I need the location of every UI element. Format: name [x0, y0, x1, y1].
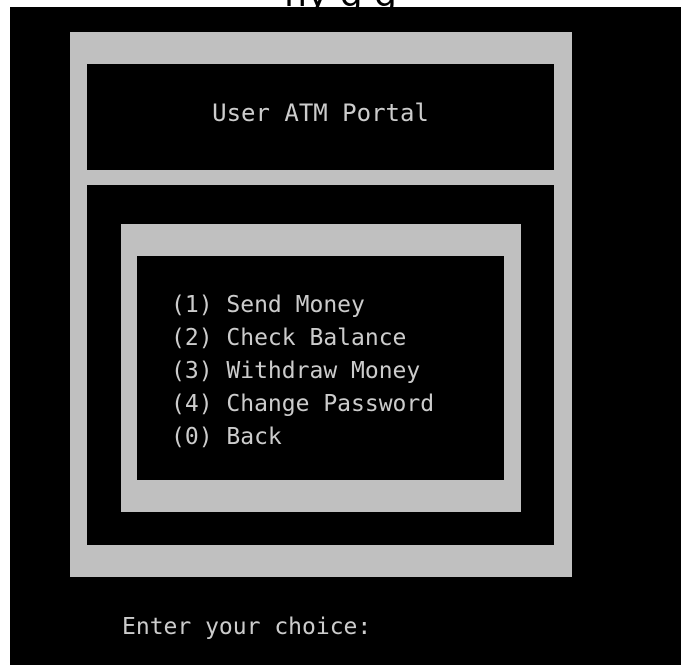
menu-item-check-balance[interactable]: (2) Check Balance — [171, 322, 434, 355]
menu-list: (1) Send Money (2) Check Balance (3) Wit… — [171, 289, 434, 454]
menu-item-change-password[interactable]: (4) Change Password — [171, 388, 434, 421]
terminal-window[interactable]: User ATM Portal (1) Send Money (2) Check… — [10, 7, 681, 665]
portal-header: User ATM Portal — [87, 64, 554, 170]
menu-item-send-money[interactable]: (1) Send Money — [171, 289, 434, 322]
menu-item-back[interactable]: (0) Back — [171, 421, 434, 454]
choice-prompt[interactable]: Enter your choice: — [122, 614, 379, 640]
menu-box: (1) Send Money (2) Check Balance (3) Wit… — [137, 256, 504, 480]
portal-title: User ATM Portal — [212, 99, 429, 127]
input-cursor[interactable] — [377, 618, 379, 638]
menu-item-withdraw-money[interactable]: (3) Withdraw Money — [171, 355, 434, 388]
choice-prompt-label: Enter your choice: — [122, 614, 372, 640]
page: ny g g User ATM Portal (1) Send Money (2… — [0, 0, 681, 665]
